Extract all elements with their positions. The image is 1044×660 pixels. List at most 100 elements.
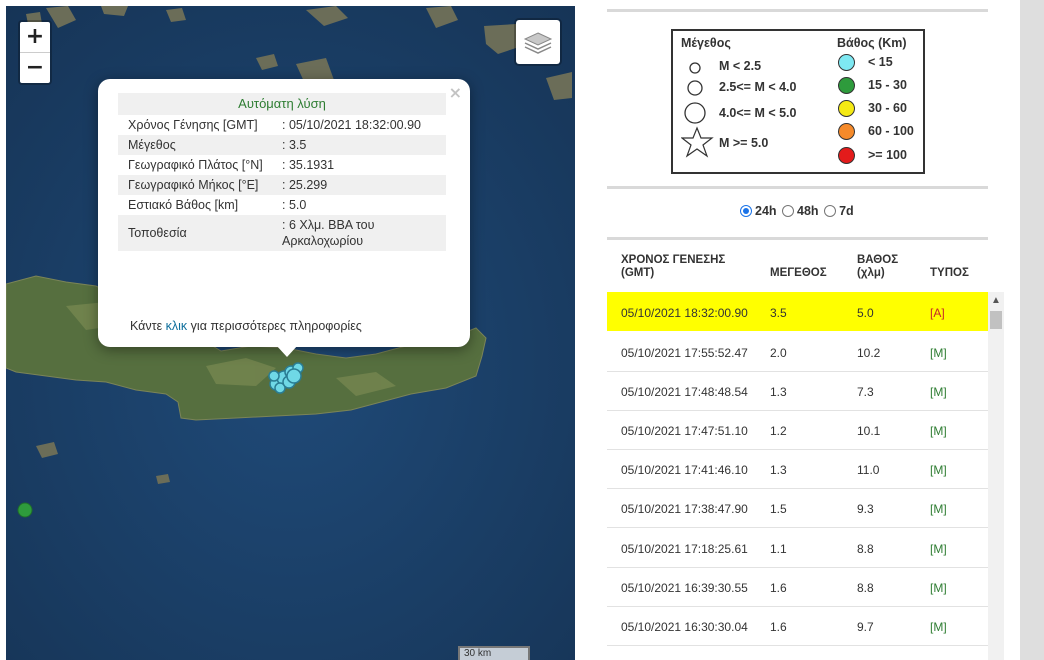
- legend-depth-label: < 15: [868, 55, 893, 69]
- cell-depth: 8.8: [857, 542, 874, 556]
- table-scrollbar[interactable]: ▲: [988, 292, 1004, 660]
- cell-depth: 10.1: [857, 424, 881, 438]
- cell-magnitude: 2.0: [770, 346, 787, 360]
- cell-depth: 5.0: [857, 306, 874, 320]
- cell-type: [M]: [930, 620, 947, 634]
- time-range-filter: 24h 48h 7d: [740, 203, 856, 218]
- header-magnitude[interactable]: ΜΕΓΕΘΟΣ: [770, 267, 827, 280]
- popup-footer-pre: Κάντε: [130, 319, 163, 333]
- cell-time: 05/10/2021 17:41:46.10: [621, 463, 748, 477]
- cell-type: [M]: [930, 385, 947, 399]
- legend-depth-label: 60 - 100: [868, 124, 914, 138]
- divider: [607, 186, 988, 189]
- popup-value: : 6 Χλμ. ΒΒΑ του Αρκαλοχωρίου: [272, 215, 446, 251]
- popup-close-button[interactable]: ×: [449, 83, 462, 102]
- quake-marker[interactable]: [268, 370, 280, 382]
- layers-button[interactable]: [514, 18, 562, 66]
- radio-48h[interactable]: [782, 204, 795, 217]
- header-type[interactable]: ΤΥΠΟΣ: [930, 267, 969, 280]
- table-row[interactable]: 05/10/2021 17:38:47.90 1.5 9.3 [M]: [607, 488, 988, 528]
- quake-marker-selected[interactable]: [286, 368, 302, 384]
- cell-magnitude: 1.2: [770, 424, 787, 438]
- cell-depth: 11.0: [857, 463, 880, 477]
- radio-7d[interactable]: [824, 204, 837, 217]
- popup-value: : 3.5: [272, 135, 446, 155]
- legend-size-label: M >= 5.0: [719, 136, 769, 150]
- cell-depth: 9.3: [857, 502, 874, 516]
- quake-cluster[interactable]: [268, 362, 304, 394]
- cell-type: [M]: [930, 502, 947, 516]
- popup-details-table: Αυτόματη λύση Χρόνος Γένησης [GMT] : 05/1…: [118, 93, 446, 251]
- cell-magnitude: 1.1: [770, 542, 787, 556]
- earthquake-popup: × Αυτόματη λύση Χρόνος Γένησης [GMT] : 05…: [98, 79, 470, 347]
- cell-depth: 8.8: [857, 581, 874, 595]
- cell-type: [M]: [930, 424, 947, 438]
- legend-depth-title: Βάθος (Km): [837, 36, 907, 50]
- cell-time: 05/10/2021 18:32:00.90: [621, 306, 748, 320]
- popup-value: : 05/10/2021 18:32:00.90: [282, 118, 422, 132]
- radio-24h-label[interactable]: 24h: [755, 204, 777, 218]
- size-small-icon: [689, 62, 701, 74]
- cell-type: [M]: [930, 346, 947, 360]
- cell-depth: 9.7: [857, 620, 874, 634]
- popup-title: Αυτόματη λύση: [118, 93, 446, 115]
- cell-time: 05/10/2021 16:30:30.04: [621, 620, 748, 634]
- table-row[interactable]: 05/10/2021 17:55:52.47 2.0 10.2 [M]: [607, 332, 988, 372]
- zoom-control: + −: [18, 20, 52, 85]
- depth-30-60-icon: [838, 100, 855, 117]
- radio-24h[interactable]: [740, 204, 752, 217]
- quake-marker[interactable]: [17, 502, 33, 518]
- table-row[interactable]: 05/10/2021 17:48:48.54 1.3 7.3 [M]: [607, 371, 988, 411]
- popup-key: Εστιακό Βάθος [km]: [128, 198, 239, 212]
- cell-type: [M]: [930, 581, 947, 595]
- popup-key: Χρόνος Γένησης [GMT]: [128, 118, 258, 132]
- layers-icon: [523, 32, 553, 54]
- cell-magnitude: 1.3: [770, 463, 787, 477]
- cell-depth: 10.2: [857, 346, 881, 360]
- cell-time: 05/10/2021 17:55:52.47: [621, 346, 748, 360]
- popup-footer-post: για περισσότερες πληροφορίες: [190, 319, 362, 333]
- table-row[interactable]: 05/10/2021 17:41:46.10 1.3 11.0 [M]: [607, 449, 988, 489]
- page-scrollbar[interactable]: [1020, 0, 1044, 660]
- table-row[interactable]: 05/10/2021 16:39:30.55 1.6 8.8 [M]: [607, 567, 988, 607]
- legend-depth-label: >= 100: [868, 148, 907, 162]
- cell-time: 05/10/2021 16:39:30.55: [621, 581, 748, 595]
- header-time[interactable]: ΧΡΟΝΟΣ ΓΕΝΕΣΗΣ (GMT): [621, 254, 741, 280]
- table-row[interactable]: 05/10/2021 17:18:25.61 1.1 8.8 [M]: [607, 528, 988, 568]
- divider: [607, 9, 988, 12]
- table-row[interactable]: 05/10/2021 17:47:51.10 1.2 10.1 [M]: [607, 410, 988, 450]
- radio-48h-label[interactable]: 48h: [797, 204, 819, 218]
- size-large-icon: [684, 102, 706, 124]
- more-info-link[interactable]: κλικ: [166, 319, 188, 333]
- popup-value: : 25.299: [272, 175, 446, 195]
- legend-size-symbols: [681, 62, 714, 158]
- legend-size-label: 4.0<= M < 5.0: [719, 106, 797, 120]
- cell-magnitude: 1.6: [770, 581, 787, 595]
- cell-magnitude: 1.5: [770, 502, 787, 516]
- scrollbar-thumb[interactable]: [990, 311, 1002, 329]
- table-row[interactable]: 05/10/2021 16:30:30.04 1.6 9.7 [M]: [607, 606, 988, 646]
- legend-depth-label: 30 - 60: [868, 101, 907, 115]
- header-depth[interactable]: ΒΑΘΟΣ (χλμ): [857, 254, 905, 280]
- depth-lt15-icon: [838, 54, 855, 71]
- cell-magnitude: 3.5: [770, 306, 787, 320]
- popup-key: Τοποθεσία: [118, 215, 272, 251]
- popup-tip: [276, 345, 298, 357]
- earthquake-table: 05/10/2021 18:32:00.90 3.5 5.0 [A] 05/10…: [607, 292, 988, 660]
- cell-time: 05/10/2021 17:48:48.54: [621, 385, 748, 399]
- scroll-up-icon[interactable]: ▲: [991, 295, 1001, 306]
- table-row-selected[interactable]: 05/10/2021 18:32:00.90 3.5 5.0 [A]: [607, 292, 988, 331]
- depth-15-30-icon: [838, 77, 855, 94]
- radio-7d-label[interactable]: 7d: [839, 204, 854, 218]
- legend-size-title: Μέγεθος: [681, 36, 731, 50]
- size-medium-icon: [687, 80, 703, 96]
- cell-time: 05/10/2021 17:18:25.61: [621, 542, 748, 556]
- cell-type: [A]: [930, 306, 945, 320]
- zoom-in-button[interactable]: +: [20, 22, 50, 53]
- zoom-out-button[interactable]: −: [20, 53, 50, 83]
- legend-size-label: 2.5<= M < 4.0: [719, 80, 797, 94]
- popup-key: Γεωγραφικό Μήκος [°E]: [118, 175, 272, 195]
- star-icon: [681, 126, 714, 158]
- popup-key: Μέγεθος: [118, 135, 272, 155]
- cell-time: 05/10/2021 17:47:51.10: [621, 424, 748, 438]
